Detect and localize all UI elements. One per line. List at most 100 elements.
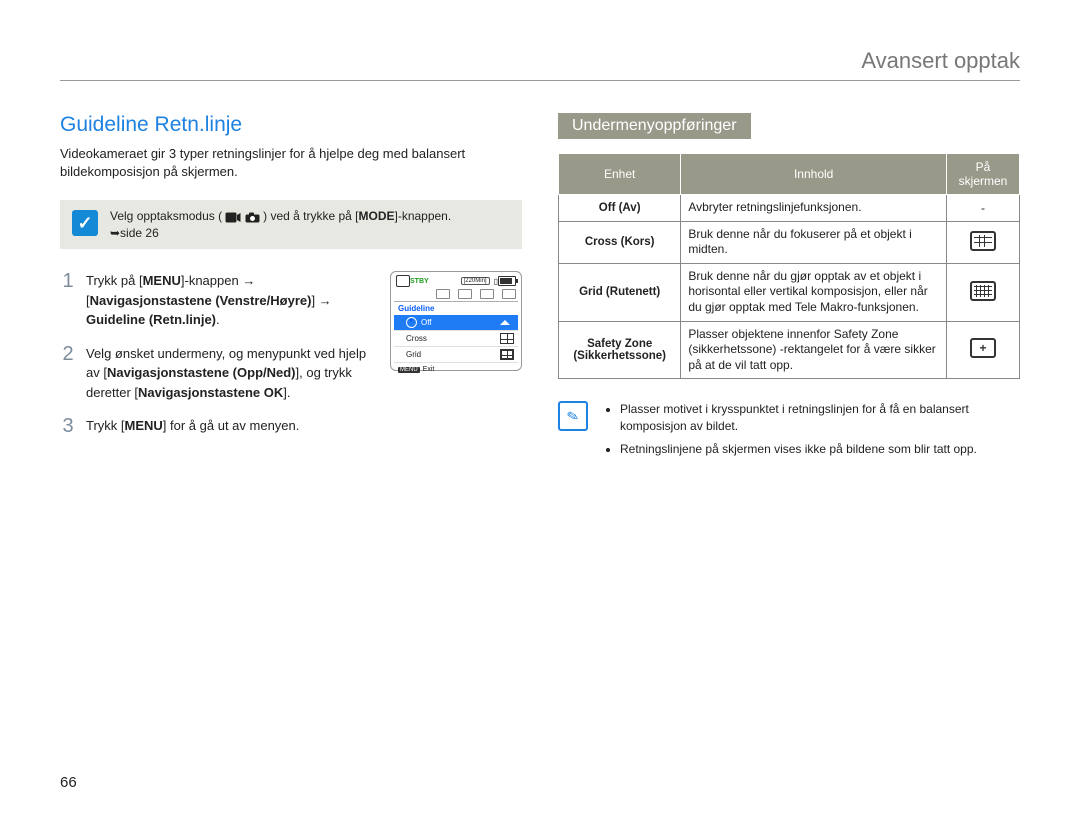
exit-label: Exit <box>423 366 435 373</box>
note-part: ) ved å trykke på [ <box>263 209 358 223</box>
submenu-heading: Undermenyoppføringer <box>558 113 751 139</box>
chapter-title: Avansert opptak <box>60 48 1020 80</box>
t: ] <box>311 293 318 308</box>
option-icon-cell: - <box>947 195 1020 222</box>
step-text: Trykk på [MENU]-knappen → [Navigasjonsta… <box>86 271 380 330</box>
t: ]. <box>283 385 290 400</box>
lcd-menu-item-grid: Grid <box>394 347 518 363</box>
dash-icon: - <box>981 201 985 215</box>
pencil-note-icon: ✎ <box>558 401 588 431</box>
menu-label: MENU <box>143 273 181 288</box>
t: Trykk [ <box>86 418 125 433</box>
menu-badge: MENU <box>398 367 420 373</box>
section-title: Guideline Retn.linje <box>60 113 522 137</box>
th-content: Innhold <box>681 154 947 195</box>
option-name: Grid (Rutenett) <box>559 263 681 321</box>
step-number: 1 <box>60 271 76 330</box>
option-desc: Bruk denne når du fokuserer på et objekt… <box>681 221 947 263</box>
notes-list: Plasser motivet i krysspunktet i retning… <box>602 401 1020 463</box>
page-header: Avansert opptak <box>60 48 1020 81</box>
menu-label: MENU <box>125 418 163 433</box>
mini-icon <box>436 289 450 299</box>
step-text: Trykk [MENU] for å gå ut av menyen. <box>86 416 522 436</box>
target-label: Guideline (Retn.linje) <box>86 312 216 327</box>
lcd-item-label: Cross <box>406 334 427 343</box>
note-part: ]-knappen. <box>394 209 451 223</box>
radio-checked-icon <box>406 317 417 328</box>
lcd-item-label: Off <box>421 318 432 327</box>
option-desc: Bruk denne når du gjør opptak av et obje… <box>681 263 947 321</box>
option-name: Cross (Kors) <box>559 221 681 263</box>
table-row: Off (Av) Avbryter retningslinjefunksjone… <box>559 195 1020 222</box>
lcd-menu-item-cross: Cross <box>394 331 518 347</box>
option-icon-cell <box>947 321 1020 379</box>
lcd-menu-item-off: Off <box>394 315 518 331</box>
t: . <box>216 312 220 327</box>
step-2: 2 Velg ønsket undermeny, og menypunkt ve… <box>60 344 380 403</box>
option-icon-cell <box>947 263 1020 321</box>
note-text: Velg opptaksmodus ( ) ved å trykke på [M… <box>110 208 451 241</box>
nav-ok-label: Navigasjonstastene OK <box>138 385 283 400</box>
prerequisite-note: Velg opptaksmodus ( ) ved å trykke på [M… <box>60 200 522 249</box>
grid-icon <box>970 281 996 301</box>
option-name: Safety Zone (Sikkerhetssone) <box>559 321 681 379</box>
steps-wrap: STBY [220Min] ▯ Guideline <box>60 271 522 436</box>
photo-mode-icon <box>245 209 260 225</box>
step-number: 3 <box>60 416 76 436</box>
remaining-time: [220Min] <box>461 277 490 285</box>
step-text: Velg ønsket undermeny, og menypunkt ved … <box>86 344 380 403</box>
mini-icon <box>480 289 494 299</box>
header-rule <box>60 80 1020 81</box>
page-number: 66 <box>60 774 77 791</box>
cross-icon <box>970 231 996 251</box>
scroll-up-icon <box>500 320 510 325</box>
option-desc: Avbryter retningslinjefunksjonen. <box>681 195 947 222</box>
grid-mini-icon <box>500 349 514 360</box>
right-column: Undermenyoppføringer Enhet Innhold På sk… <box>558 113 1020 464</box>
arrow-icon: → <box>319 293 332 308</box>
notes-block: ✎ Plasser motivet i krysspunktet i retni… <box>558 401 1020 463</box>
page-reference: ➥side 26 <box>110 226 159 240</box>
options-table: Enhet Innhold På skjermen Off (Av) Avbry… <box>558 153 1020 379</box>
t: ] for å gå ut av menyen. <box>163 418 300 433</box>
lcd-menu-title: Guideline <box>394 301 518 315</box>
checkmark-icon <box>72 210 98 236</box>
th-screen: På skjermen <box>947 154 1020 195</box>
option-icon-cell <box>947 221 1020 263</box>
mini-icon <box>502 289 516 299</box>
note-part: Velg opptaksmodus ( <box>110 209 222 223</box>
lcd-screenshot: STBY [220Min] ▯ Guideline <box>390 271 522 371</box>
cross-mini-icon <box>500 333 514 344</box>
note-item: Plasser motivet i krysspunktet i retning… <box>620 401 1020 435</box>
note-item: Retningslinjene på skjermen vises ikke p… <box>620 441 1020 458</box>
manual-page: Avansert opptak Guideline Retn.linje Vid… <box>0 0 1080 825</box>
lcd-exit-row: MENU Exit <box>394 363 518 376</box>
video-mode-icon <box>225 209 241 225</box>
th-unit: Enhet <box>559 154 681 195</box>
safety-zone-icon <box>970 338 996 358</box>
nav-keys-label: Navigasjonstastene (Opp/Ned) <box>107 365 296 380</box>
step-number: 2 <box>60 344 76 403</box>
step-1: 1 Trykk på [MENU]-knappen → [Navigasjons… <box>60 271 380 330</box>
option-name: Off (Av) <box>559 195 681 222</box>
nav-keys-label: Navigasjonstastene (Venstre/Høyre) <box>90 293 312 308</box>
battery-icon <box>498 276 516 286</box>
table-row: Grid (Rutenett) Bruk denne når du gjør o… <box>559 263 1020 321</box>
mini-icon <box>458 289 472 299</box>
table-row: Safety Zone (Sikkerhetssone) Plasser obj… <box>559 321 1020 379</box>
mode-button-label: MODE <box>358 209 394 223</box>
lcd-item-label: Grid <box>406 350 421 359</box>
lcd-statusbar: STBY [220Min] ▯ <box>394 275 518 289</box>
lcd-icons-row <box>394 289 518 301</box>
record-mode-icon <box>396 275 410 287</box>
t: ]-knappen <box>181 273 242 288</box>
step-3: 3 Trykk [MENU] for å gå ut av menyen. <box>60 416 522 436</box>
left-column: Guideline Retn.linje Videokameraet gir 3… <box>60 113 522 464</box>
stby-label: STBY <box>410 278 429 285</box>
two-column-layout: Guideline Retn.linje Videokameraet gir 3… <box>60 113 1020 464</box>
t: Trykk på [ <box>86 273 143 288</box>
arrow-icon: → <box>242 273 255 288</box>
table-row: Cross (Kors) Bruk denne når du fokuserer… <box>559 221 1020 263</box>
option-desc: Plasser objektene innenfor Safety Zone (… <box>681 321 947 379</box>
intro-text: Videokameraet gir 3 typer retningslinjer… <box>60 145 522 180</box>
